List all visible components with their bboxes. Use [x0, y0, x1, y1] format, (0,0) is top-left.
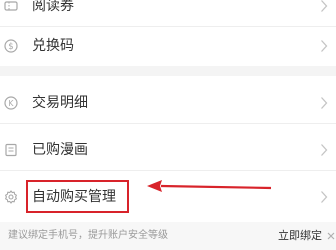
annotation-arrow-icon	[145, 178, 275, 198]
chevron-right-icon	[320, 39, 328, 53]
account-menu-screen: 阅读券 $ 兑换码 K 交易明细 已购漫画 自动购买管理 建议绑定手机号，提升账…	[0, 0, 336, 250]
section-divider	[0, 66, 336, 76]
ticket-icon	[4, 0, 18, 13]
bind-phone-hint: 建议绑定手机号，提升账户安全等级	[8, 230, 168, 241]
svg-text:K: K	[9, 99, 15, 108]
menu-item-purchased-comics[interactable]: 已购漫画	[0, 130, 336, 171]
dollar-coin-icon: $	[4, 39, 18, 53]
gear-icon	[4, 190, 18, 204]
chevron-right-icon	[320, 0, 328, 13]
bind-phone-banner: 建议绑定手机号，提升账户安全等级 立即绑定	[0, 222, 336, 250]
close-icon[interactable]	[327, 232, 335, 240]
menu-item-label: 兑换码	[32, 38, 74, 54]
chevron-right-icon	[320, 143, 328, 157]
k-coin-icon: K	[4, 96, 18, 110]
menu-item-reading-ticket[interactable]: 阅读券	[0, 0, 336, 27]
menu-item-label: 交易明细	[32, 95, 88, 111]
menu-item-transaction-details[interactable]: K 交易明细	[0, 83, 336, 124]
highlight-annotation-box	[26, 180, 129, 213]
svg-text:$: $	[8, 42, 13, 52]
book-icon	[4, 143, 18, 157]
bind-now-button[interactable]: 立即绑定	[278, 222, 322, 250]
menu-item-redeem-code[interactable]: $ 兑换码	[0, 26, 336, 66]
chevron-right-icon	[320, 190, 328, 204]
menu-item-label: 已购漫画	[32, 142, 88, 158]
chevron-right-icon	[320, 96, 328, 110]
menu-item-label: 阅读券	[32, 0, 74, 14]
